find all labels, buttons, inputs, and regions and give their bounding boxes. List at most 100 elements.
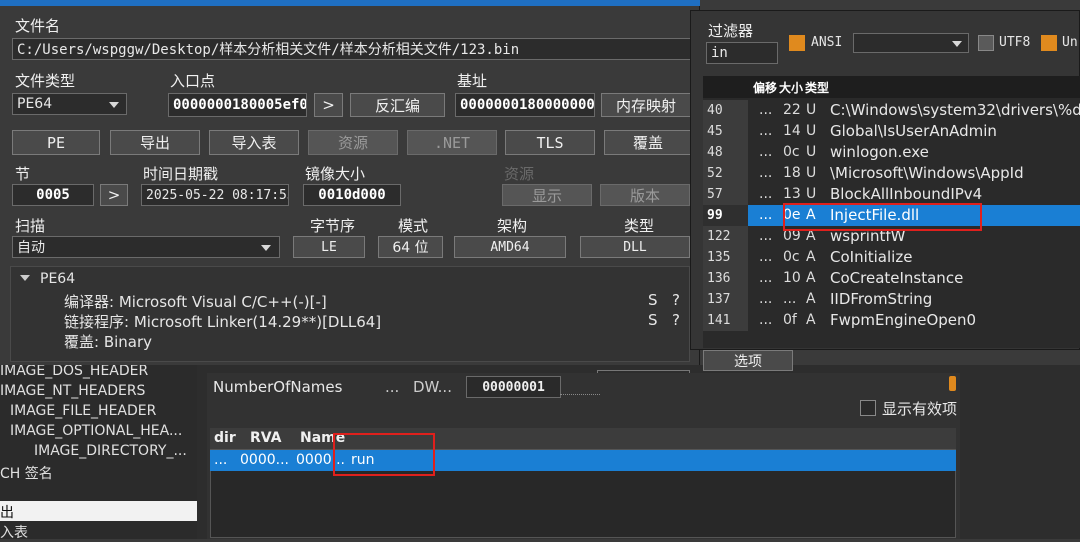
show-valid-checkbox[interactable] (860, 400, 876, 416)
string-type: A (806, 270, 816, 286)
column-header-offset[interactable]: 偏移 (753, 79, 777, 96)
string-size: 0c (783, 249, 800, 265)
timestamp-field[interactable]: 2025-05-22 08:17:53 (141, 184, 289, 206)
filter-input[interactable]: in (706, 42, 778, 64)
scroll-handle[interactable] (949, 376, 956, 391)
string-size: 22 (783, 102, 801, 118)
string-offset: ... (759, 186, 773, 202)
tree-item-import[interactable]: 入表 (0, 522, 28, 542)
show-resource-button[interactable]: 显示 (502, 184, 592, 206)
list-item[interactable]: 52 ... 18 U \Microsoft\Windows\AppId (703, 163, 1080, 184)
image-size-field[interactable]: 0010d000 (303, 184, 401, 206)
list-item[interactable]: 40 ... 22 U C:\Windows\system32\drivers\… (703, 100, 1080, 121)
file-path-field[interactable]: C:/Users/wspggw/Desktop/样本分析相关文件/样本分析相关文… (12, 38, 692, 60)
compiler-help[interactable]: ? (672, 291, 680, 309)
list-item[interactable]: 137 ... ... A IIDFromString (703, 289, 1080, 310)
file-type-select[interactable]: PE64 (12, 93, 127, 115)
linker-line: 链接程序: Microsoft Linker(14.29**)[DLL64] (64, 313, 382, 331)
string-type: U (806, 123, 817, 139)
pe-button[interactable]: PE (12, 130, 100, 155)
string-size: ... (783, 291, 797, 307)
tls-button[interactable]: TLS (505, 130, 595, 155)
timestamp-label: 时间日期戳 (143, 165, 219, 183)
version-button[interactable]: 版本 (600, 184, 690, 206)
list-item[interactable]: 45 ... 14 U Global\IsUserAnAdmin (703, 121, 1080, 142)
type-value: DLL (580, 236, 690, 258)
column-header-type[interactable]: 类型 (805, 79, 829, 96)
linker-help[interactable]: ? (672, 311, 680, 329)
disassemble-button[interactable]: 反汇编 (350, 93, 445, 117)
list-item[interactable]: 141 ... 0f A FwpmEngineOpen0 (703, 310, 1080, 331)
dialog-title-bar (0, 0, 700, 6)
string-value: IIDFromString (830, 290, 933, 308)
string-offset: ... (759, 102, 773, 118)
string-index: 136 (703, 268, 748, 289)
scan-mode-select[interactable]: 自动 (12, 236, 280, 258)
string-value: CoInitialize (830, 248, 913, 266)
tree-item-optional-header[interactable]: IMAGE_OPTIONAL_HEA... (10, 423, 182, 439)
column-header-rva[interactable]: RVA (250, 430, 282, 446)
tree-item-nt-headers[interactable]: IMAGE_NT_HEADERS (0, 383, 145, 399)
tree-item-data-directory[interactable]: IMAGE_DIRECTORY_... (34, 443, 187, 459)
dotnet-button[interactable]: .NET (407, 130, 497, 155)
string-type: U (806, 144, 817, 160)
string-type: U (806, 102, 817, 118)
list-item[interactable]: 57 ... 13 U BlockAllInboundIPv4 (703, 184, 1080, 205)
collapse-triangle-icon[interactable] (20, 275, 30, 281)
import-button[interactable]: 导入表 (209, 130, 299, 155)
ansi-checkbox[interactable] (789, 35, 805, 51)
entry-point-goto-button[interactable]: > (314, 93, 343, 117)
string-size: 0c (783, 144, 800, 160)
string-size: 13 (783, 186, 801, 202)
resource-button[interactable]: 资源 (308, 130, 398, 155)
tree-item-signature[interactable]: CH 签名 (0, 463, 53, 483)
string-offset: ... (759, 123, 773, 139)
chevron-down-icon (952, 41, 962, 47)
tree-item-export[interactable]: 出 (0, 502, 14, 522)
string-size: 10 (783, 270, 801, 286)
column-header-size[interactable]: 大小 (779, 79, 803, 96)
list-item[interactable]: 135 ... 0c A CoInitialize (703, 247, 1080, 268)
splitter-grip[interactable] (560, 394, 600, 396)
entry-point-field[interactable]: 0000000180005ef0 (168, 93, 307, 117)
arch-label: 架构 (497, 217, 528, 235)
unicode-label: Un (1062, 35, 1078, 50)
string-offset: ... (759, 144, 773, 160)
type-label: 类型 (624, 217, 655, 235)
linker-s-flag[interactable]: S (648, 311, 658, 329)
unicode-checkbox[interactable] (1041, 35, 1057, 51)
string-type: U (806, 165, 817, 181)
column-header-dir[interactable]: dir (214, 430, 236, 446)
row-rva: 0000... (240, 452, 289, 468)
string-index: 99 (703, 205, 748, 226)
number-of-names-value[interactable]: 00000001 (466, 376, 561, 398)
tree-item-file-header[interactable]: IMAGE_FILE_HEADER (10, 403, 156, 419)
arch-value: AMD64 (454, 236, 566, 258)
export-button[interactable]: 导出 (110, 130, 200, 155)
string-index: 45 (703, 121, 748, 142)
section-count-field[interactable]: 0005 (12, 184, 94, 206)
scan-mode-value: 自动 (17, 240, 45, 256)
list-item[interactable]: 48 ... 0c U winlogon.exe (703, 142, 1080, 163)
utf8-checkbox[interactable] (978, 35, 994, 51)
mode-value: 64 位 (378, 236, 443, 258)
string-offset: ... (759, 165, 773, 181)
overlay-button[interactable]: 覆盖 (604, 130, 692, 155)
compiler-s-flag[interactable]: S (648, 291, 658, 309)
chevron-down-icon (261, 245, 271, 251)
highlight-box-injectfile (783, 203, 982, 231)
file-type-label: 文件类型 (15, 72, 76, 90)
string-offset: ... (759, 291, 773, 307)
options-button[interactable]: 选项 (703, 350, 793, 371)
string-index: 135 (703, 247, 748, 268)
section-goto-button[interactable]: > (100, 184, 128, 206)
string-value: \Microsoft\Windows\AppId (830, 164, 1024, 182)
compiler-line: 编译器: Microsoft Visual C/C++(-)[-] (64, 293, 327, 311)
string-size: 14 (783, 123, 801, 139)
memory-map-button[interactable]: 内存映射 (601, 93, 691, 117)
list-item[interactable]: 136 ... 10 A CoCreateInstance (703, 268, 1080, 289)
base-address-field[interactable]: 0000000180000000 (455, 93, 595, 117)
tree-item-dos-header[interactable]: IMAGE_DOS_HEADER (0, 363, 148, 379)
encoding-select[interactable] (853, 33, 969, 53)
string-type: A (806, 249, 816, 265)
